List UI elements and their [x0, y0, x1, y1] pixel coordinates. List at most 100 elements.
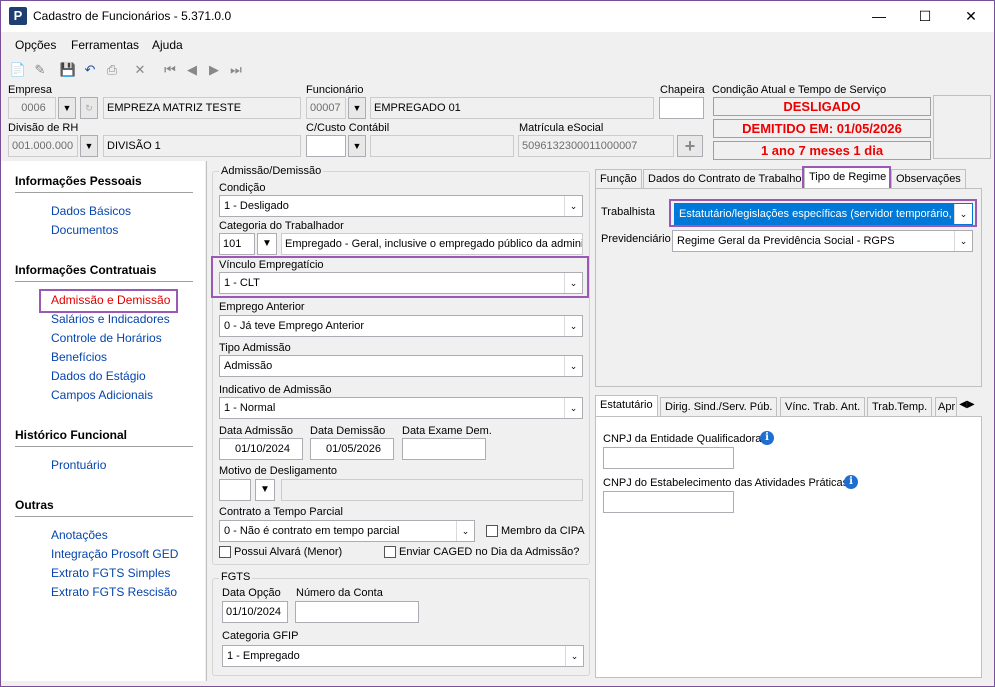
data-admissao-field[interactable]: 01/10/2024 [219, 438, 303, 460]
data-exame-field[interactable] [402, 438, 486, 460]
motivo-code-field[interactable] [219, 479, 251, 501]
tab-dirig-sind[interactable]: Dirig. Sind./Serv. Púb. [660, 397, 778, 417]
sidebar-item-controle-horarios[interactable]: Controle de Horários [51, 331, 162, 345]
sidebar-section-outras: Outras [15, 498, 54, 512]
chevron-down-icon: ⌄ [954, 231, 972, 251]
cnpj-entidade-field[interactable] [603, 447, 734, 469]
cnpj-estabelecimento-field[interactable] [603, 491, 734, 513]
tab-tipo-regime[interactable]: Tipo de Regime [804, 167, 892, 189]
alvara-label: Possui Alvará (Menor) [234, 546, 343, 558]
previdenciario-select[interactable]: Regime Geral da Previdência Social - RGP… [672, 230, 973, 252]
status-condition: DESLIGADO [713, 97, 931, 116]
menu-opcoes[interactable]: Opções [15, 38, 56, 52]
edit-pencil-icon[interactable]: ✎ [31, 61, 49, 79]
maximize-button[interactable]: ☐ [902, 1, 948, 32]
sidebar-item-extrato-fgts-rescisao[interactable]: Extrato FGTS Rescisão [51, 585, 177, 599]
cipa-checkbox[interactable] [486, 525, 498, 537]
tab-scroll-arrows-icon[interactable]: ◀▶ [956, 397, 978, 413]
emprego-anterior-label: Emprego Anterior [219, 301, 305, 313]
sidebar-item-beneficios[interactable]: Benefícios [51, 350, 107, 364]
sidebar-item-integracao-ged[interactable]: Integração Prosoft GED [51, 547, 178, 561]
tab-dados-contrato[interactable]: Dados do Contrato de Trabalho [643, 169, 807, 189]
title-bar: P Cadastro de Funcionários - 5.371.0.0 —… [1, 1, 994, 32]
sidebar-item-documentos[interactable]: Documentos [51, 223, 118, 237]
menu-ajuda[interactable]: Ajuda [152, 38, 183, 52]
chevron-down-icon: ⌄ [954, 204, 972, 224]
sidebar-divider [15, 281, 193, 282]
ccusto-dropdown-icon[interactable]: ▼ [348, 135, 366, 157]
vinculo-select[interactable]: 1 - CLT ⌄ [219, 272, 583, 294]
gfip-value: 1 - Empregado [227, 650, 300, 662]
gfip-label: Categoria GFIP [222, 630, 299, 642]
divisao-code-field[interactable]: 001.000.000 [8, 135, 78, 157]
caged-label: Enviar CAGED no Dia da Admissão? [399, 546, 580, 558]
previdenciario-value: Regime Geral da Previdência Social - RGP… [677, 235, 895, 247]
data-opcao-field[interactable]: 01/10/2024 [222, 601, 288, 623]
motivo-dropdown-icon[interactable]: ▼ [255, 479, 275, 501]
sidebar-item-dados-basicos[interactable]: Dados Básicos [51, 204, 131, 218]
chapeira-field[interactable] [659, 97, 704, 119]
conta-field[interactable] [295, 601, 419, 623]
funcionario-code-field[interactable]: 00007 [306, 97, 346, 119]
tab-funcao[interactable]: Função [595, 169, 642, 189]
tab-trab-temp[interactable]: Trab.Temp. [867, 397, 933, 417]
info-icon[interactable]: i [844, 475, 858, 489]
alvara-checkbox[interactable] [219, 546, 231, 558]
empresa-refresh-icon[interactable]: ↻ [80, 97, 98, 119]
tab-vinc-trab-ant[interactable]: Vínc. Trab. Ant. [780, 397, 866, 417]
trabalhista-select[interactable]: Estatutário/legislações específicas (ser… [674, 203, 973, 225]
divisao-dropdown-icon[interactable]: ▼ [80, 135, 98, 157]
previdenciario-label: Previdenciário [601, 233, 671, 245]
status-service-time: 1 ano 7 meses 1 dia [713, 141, 931, 160]
categoria-code-field[interactable]: 101 [219, 233, 255, 255]
minimize-button[interactable]: — [856, 1, 902, 32]
caged-checkbox[interactable] [384, 546, 396, 558]
ccusto-code-field[interactable] [306, 135, 346, 157]
previous-record-icon[interactable]: ◀ [183, 61, 201, 79]
sidebar-item-extrato-fgts-simples[interactable]: Extrato FGTS Simples [51, 566, 170, 580]
indicativo-label: Indicativo de Admissão [219, 384, 332, 396]
empresa-code-field[interactable]: 0006 [8, 97, 56, 119]
chevron-down-icon: ⌄ [564, 316, 582, 336]
emprego-anterior-select[interactable]: 0 - Já teve Emprego Anterior ⌄ [219, 315, 583, 337]
tipo-admissao-select[interactable]: Admissão ⌄ [219, 355, 583, 377]
tab-observacoes[interactable]: Observações [891, 169, 966, 189]
close-button[interactable]: ✕ [948, 1, 994, 32]
categoria-dropdown-icon[interactable]: ▼ [257, 233, 277, 255]
tab-estatutario[interactable]: Estatutário [595, 395, 658, 417]
conta-label: Número da Conta [296, 587, 383, 599]
divisao-label: Divisão de RH [8, 122, 79, 134]
data-opcao-label: Data Opção [222, 587, 281, 599]
next-record-icon[interactable]: ▶ [205, 61, 223, 79]
sidebar-item-admissao-demissao[interactable]: Admissão e Demissão [51, 293, 170, 307]
print-icon[interactable]: ⎙ [103, 61, 121, 79]
sidebar-item-dados-estagio[interactable]: Dados do Estágio [51, 369, 146, 383]
empresa-name-field: EMPREZA MATRIZ TESTE [103, 97, 301, 119]
info-icon[interactable]: i [760, 431, 774, 445]
empresa-label: Empresa [8, 84, 53, 96]
sidebar-item-salarios[interactable]: Salários e Indicadores [51, 312, 170, 326]
contrato-value: 0 - Não é contrato em tempo parcial [224, 525, 400, 537]
undo-icon[interactable]: ↶ [81, 61, 99, 79]
menu-ferramentas[interactable]: Ferramentas [71, 38, 139, 52]
data-demissao-field[interactable]: 01/05/2026 [310, 438, 394, 460]
save-icon[interactable]: 💾 [59, 61, 77, 79]
employee-photo[interactable] [933, 95, 991, 159]
sidebar-item-anotacoes[interactable]: Anotações [51, 528, 108, 542]
first-record-icon[interactable]: ⏮ [161, 61, 179, 79]
gfip-select[interactable]: 1 - Empregado ⌄ [222, 645, 584, 667]
last-record-icon[interactable]: ⏭ [227, 61, 245, 79]
new-document-icon[interactable]: 📄 [9, 61, 27, 79]
sidebar: Informações Pessoais Dados Básicos Docum… [1, 161, 205, 681]
sidebar-item-campos-adicionais[interactable]: Campos Adicionais [51, 388, 153, 402]
tab-aprendiz[interactable]: Apr [935, 397, 957, 417]
matricula-field[interactable]: 5096132300011000007 [518, 135, 674, 157]
delete-icon[interactable]: ✕ [131, 61, 149, 79]
indicativo-select[interactable]: 1 - Normal ⌄ [219, 397, 583, 419]
matricula-add-icon[interactable]: + [677, 135, 703, 157]
empresa-dropdown-icon[interactable]: ▼ [58, 97, 76, 119]
contrato-select[interactable]: 0 - Não é contrato em tempo parcial ⌄ [219, 520, 475, 542]
sidebar-item-prontuario[interactable]: Prontuário [51, 458, 106, 472]
condicao-select[interactable]: 1 - Desligado ⌄ [219, 195, 583, 217]
funcionario-dropdown-icon[interactable]: ▼ [348, 97, 366, 119]
